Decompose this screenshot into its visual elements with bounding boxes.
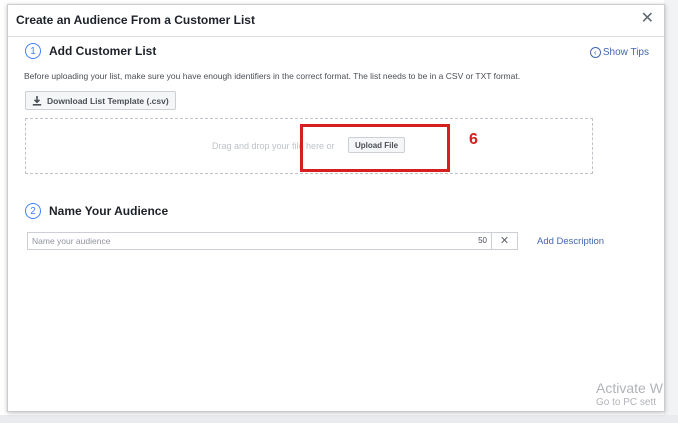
step-1-title: Add Customer List [49,44,157,58]
audience-name-placeholder: Name your audience [32,236,111,246]
dialog-title: Create an Audience From a Customer List [16,13,255,27]
step-1-number: 1 [25,43,41,59]
watermark-line-2: Go to PC sett [596,397,657,408]
download-template-button[interactable]: Download List Template (.csv) [25,91,176,110]
background-bottom [0,415,678,423]
windows-activation-watermark: Activate W Go to PC sett [596,380,663,408]
download-template-label: Download List Template (.csv) [47,95,169,106]
annotation-step-number: 6 [469,131,478,148]
create-audience-dialog: Create an Audience From a Customer List … [7,4,665,412]
background-strip [664,0,678,423]
step-2-title: Name Your Audience [49,204,169,218]
audience-name-input[interactable]: Name your audience 50 [27,232,492,250]
show-tips-link[interactable]: ‹ Show Tips [589,47,649,58]
download-icon [32,95,42,106]
add-description-link[interactable]: Add Description [537,236,604,247]
close-icon[interactable]: ✕ [641,11,654,27]
chevron-left-icon: ‹ [589,47,601,58]
upload-description: Before uploading your list, make sure yo… [24,71,521,81]
clear-input-icon[interactable]: ✕ [492,232,518,250]
show-tips-label: Show Tips [602,47,649,58]
dialog-header: Create an Audience From a Customer List … [8,5,664,37]
step-2-number: 2 [25,203,41,219]
watermark-line-1: Activate W [596,380,663,396]
character-count: 50 [478,236,487,245]
annotation-highlight-box [300,124,450,172]
